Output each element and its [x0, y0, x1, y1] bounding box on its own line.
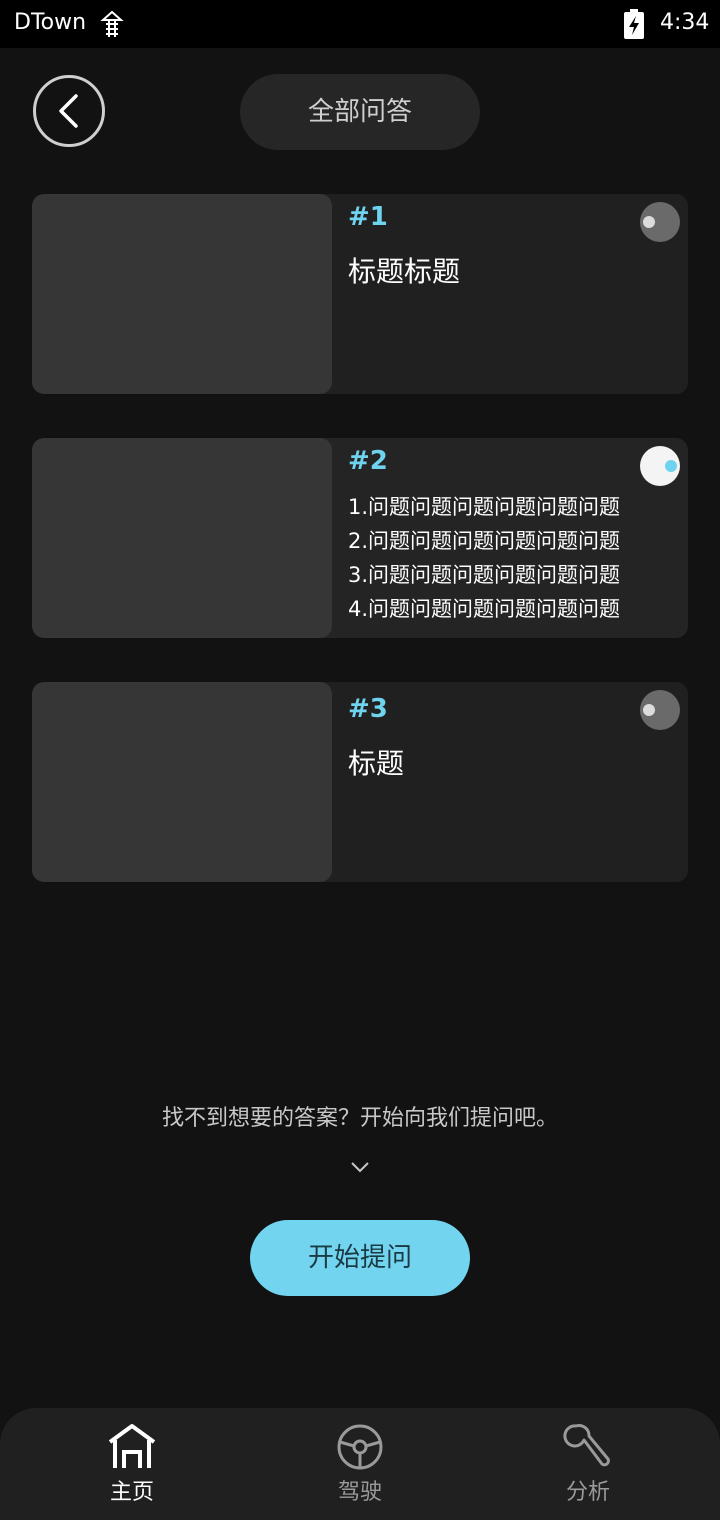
start-asking-button[interactable]: 开始提问 — [250, 1220, 470, 1296]
card-thumbnail — [32, 438, 332, 638]
question-card-1[interactable]: #1 标题标题 — [32, 194, 688, 394]
card-thumbnail — [32, 682, 332, 882]
nav-item-driving[interactable]: 驾驶 — [300, 1422, 420, 1512]
question-card-2[interactable]: #2 1.问题问题问题问题问题问题 2.问题问题问题问题问题问题 3.问题问题问… — [32, 438, 688, 638]
list-item: 3.问题问题问题问题问题问题 — [348, 563, 621, 587]
toggle-knob — [643, 704, 655, 716]
card-select-toggle[interactable] — [640, 446, 680, 486]
chevron-left-icon — [59, 94, 78, 128]
question-card-3[interactable]: #3 标题 — [32, 682, 688, 882]
wrench-icon — [563, 1424, 610, 1467]
page-title[interactable]: 全部问答 — [240, 74, 480, 150]
card-select-toggle[interactable] — [640, 202, 680, 242]
nav-item-analysis[interactable]: 分析 — [528, 1422, 648, 1512]
card-title: 标题 — [348, 747, 405, 780]
toggle-knob — [643, 216, 655, 228]
notification-icon — [100, 10, 124, 38]
ask-prompt-text: 找不到想要的答案？开始向我们提问吧。 — [161, 1106, 558, 1131]
card-title: 标题标题 — [348, 255, 461, 288]
card-number: #3 — [348, 694, 388, 724]
nav-label: 分析 — [565, 1480, 610, 1505]
card-thumbnail — [32, 194, 332, 394]
bottom-nav: 主页 驾驶 分析 — [0, 1408, 720, 1520]
card-question-list: 1.问题问题问题问题问题问题 2.问题问题问题问题问题问题 3.问题问题问题问题… — [348, 490, 620, 626]
status-app-name: DTown — [14, 10, 87, 35]
card-number: #2 — [348, 446, 388, 476]
toggle-knob — [665, 460, 677, 472]
list-item: 2.问题问题问题问题问题问题 — [348, 529, 621, 553]
nav-label: 驾驶 — [337, 1480, 382, 1505]
list-item: 1.问题问题问题问题问题问题 — [348, 495, 621, 519]
home-icon — [108, 1424, 156, 1468]
card-select-toggle[interactable] — [640, 690, 680, 730]
back-button[interactable] — [33, 75, 105, 147]
nav-label: 主页 — [109, 1480, 154, 1505]
status-time: 4:34 — [660, 10, 710, 35]
steering-wheel-icon — [337, 1424, 383, 1470]
status-bar: DTown 4:34 — [0, 0, 720, 48]
battery-charging-icon — [622, 8, 646, 40]
list-item: 4.问题问题问题问题问题问题 — [348, 597, 621, 621]
nav-item-home[interactable]: 主页 — [72, 1422, 192, 1512]
chevron-down-icon — [351, 1162, 369, 1173]
card-number: #1 — [348, 202, 388, 232]
